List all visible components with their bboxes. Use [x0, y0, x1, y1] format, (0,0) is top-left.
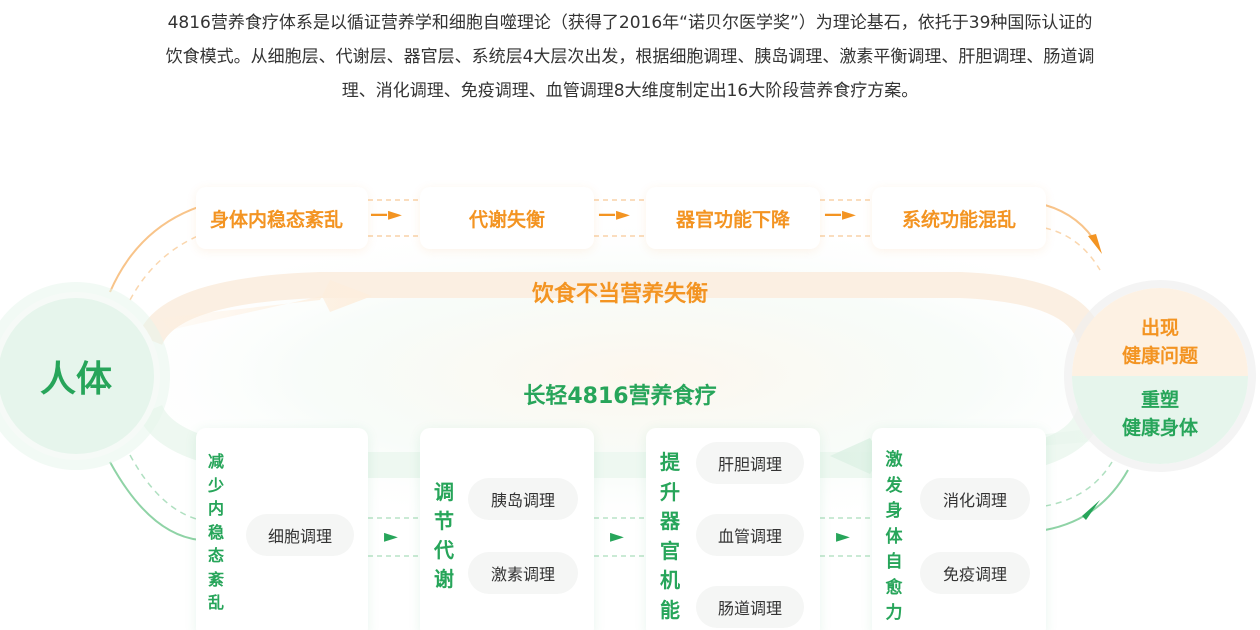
- bottom-stage-1-title: 减 少 内 稳 态 紊 乱: [207, 452, 224, 612]
- human-label: 人体: [39, 359, 112, 400]
- top-step-2: 代谢失衡: [420, 187, 594, 249]
- bottom-arrow-1: ►: [384, 526, 398, 547]
- top-arrow-3: —►: [824, 204, 856, 225]
- outer-green-arc: [109, 461, 201, 541]
- bottom-arrow-3: ►: [836, 526, 850, 547]
- outer-orange-arc-right: [1044, 204, 1099, 247]
- bottom-stage-3-item-3: 肠道调理: [696, 586, 804, 628]
- bottom-stage-2-item-2: 激素调理: [468, 552, 578, 594]
- bottom-stage-1: 减 少 内 稳 态 紊 乱 细胞调理: [196, 428, 368, 630]
- top-step-1: 身体内稳态紊乱: [196, 187, 368, 249]
- top-step-1-label: 身体内稳态紊乱: [210, 208, 344, 231]
- bottom-stage-4-title: 激 发 身 体 自 愈 力: [885, 450, 903, 623]
- top-step-2-label: 代谢失衡: [468, 208, 545, 231]
- bottom-stage-1-item-1: 细胞调理: [246, 514, 354, 556]
- bottom-stage-2: 调 节 代 谢 胰岛调理 激素调理: [420, 428, 594, 630]
- bottom-arrow-2: ►: [610, 526, 624, 547]
- top-step-3-label: 器官功能下降: [675, 208, 790, 231]
- nutrition-cycle-diagram: 身体内稳态紊乱 —► 代谢失衡 —► 器官功能下降 —► 系统功能混乱 饮食不当…: [0, 0, 1260, 630]
- bottom-stage-4-item-1: 消化调理: [920, 478, 1030, 520]
- solution-title: 长轻4816营养食疗: [523, 384, 717, 409]
- outcome-result-line-2: 健康身体: [1121, 417, 1198, 439]
- problem-title: 饮食不当营养失衡: [531, 282, 708, 307]
- top-step-4: 系统功能混乱: [872, 187, 1046, 249]
- bottom-stage-3-item-2: 血管调理: [696, 514, 804, 556]
- outcome-problem-line-1: 出现: [1140, 317, 1179, 339]
- bottom-stage-3: 提 升 器 官 机 能 肝胆调理 血管调理 肠道调理: [646, 428, 820, 630]
- outcome-problem-line-2: 健康问题: [1121, 345, 1198, 367]
- outer-orange-arc-right-dash: [1044, 227, 1101, 271]
- outcome-result-line-1: 重塑: [1140, 389, 1179, 411]
- bottom-stage-3-item-1: 肝胆调理: [696, 442, 804, 484]
- bottom-stage-2-title: 调 节 代 谢: [434, 480, 454, 591]
- outcome-result: 重塑 健康身体: [1072, 376, 1248, 464]
- bottom-stage-3-title: 提 升 器 官 机 能: [660, 450, 680, 622]
- bottom-stage-2-item-1: 胰岛调理: [468, 478, 578, 520]
- outcome-node: 出现 健康问题 重塑 健康身体: [1072, 288, 1248, 464]
- orange-arrowhead: [1088, 234, 1102, 254]
- top-arrow-2: —►: [598, 204, 630, 225]
- cycle-background: [80, 195, 1200, 557]
- bottom-stage-4: 激 发 身 体 自 愈 力 消化调理 免疫调理: [872, 428, 1046, 630]
- bottom-stage-4-item-2: 免疫调理: [920, 552, 1030, 594]
- top-step-3: 器官功能下降: [646, 187, 820, 249]
- green-arrowhead: [1082, 500, 1100, 520]
- top-arrow-1: —►: [370, 204, 402, 225]
- outcome-problem: 出现 健康问题: [1072, 288, 1248, 376]
- top-step-4-label: 系统功能混乱: [901, 208, 1016, 231]
